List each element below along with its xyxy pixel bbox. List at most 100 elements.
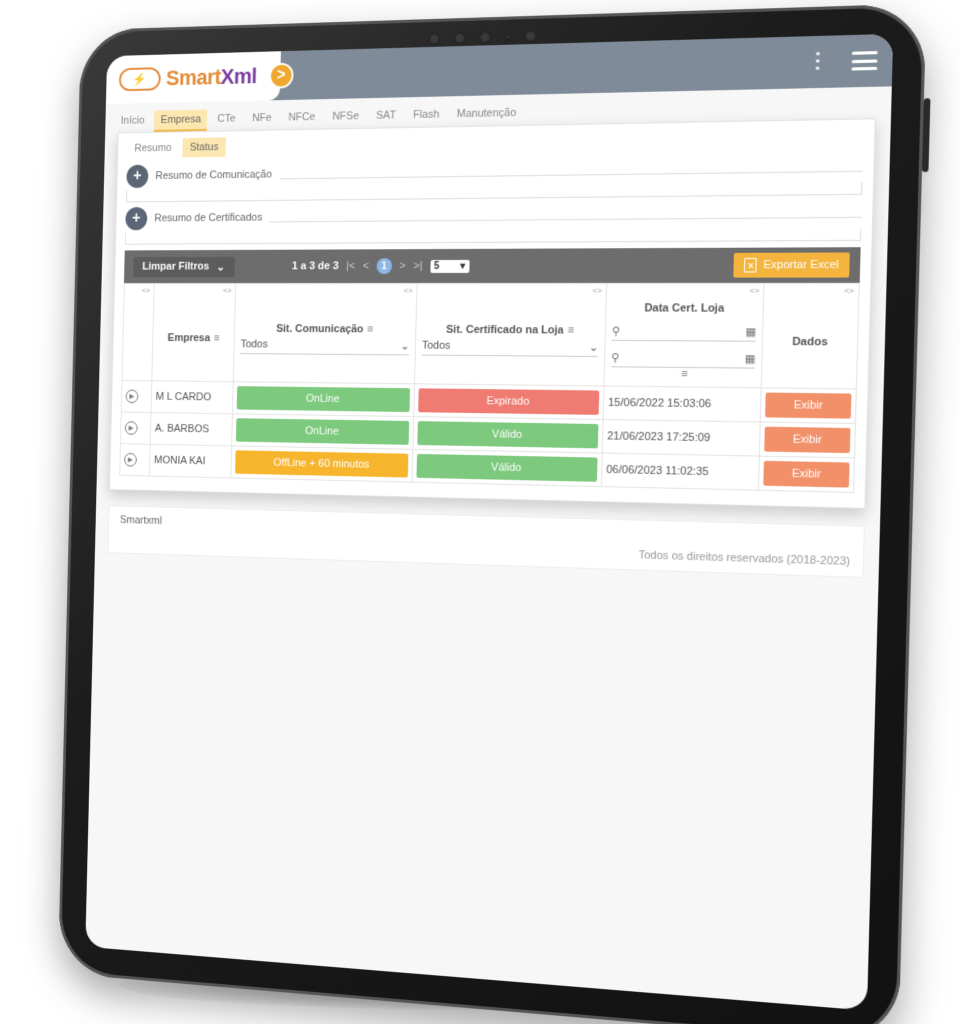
tab-flash[interactable]: Flash <box>406 104 446 127</box>
empresa-cell: A. BARBOS <box>150 412 233 446</box>
tab-empresa[interactable]: Empresa <box>154 109 208 132</box>
chevron-down-icon: ⌄ <box>588 341 599 354</box>
resize-icon[interactable]: <> <box>750 286 760 295</box>
section-certificados-body <box>124 228 862 245</box>
chevron-down-icon: ⌄ <box>400 340 410 353</box>
status-badge: Válido <box>417 421 599 449</box>
camera-sensor <box>504 33 511 40</box>
section-comunicacao-label: Resumo de Comunicação <box>155 168 273 182</box>
resize-icon[interactable]: <> <box>404 286 413 295</box>
calendar-icon[interactable]: ▦ <box>745 325 756 338</box>
resize-icon[interactable]: <> <box>844 286 854 295</box>
certificado-cell: Válido <box>412 449 603 487</box>
logo[interactable]: ⚡ SmartXml <box>105 51 281 105</box>
page-size-select[interactable]: 5 ▾ <box>429 259 470 273</box>
page-size-value: 5 <box>433 260 440 272</box>
data-cert-cell: 21/06/2023 17:25:09 <box>602 419 761 457</box>
first-page-icon[interactable]: |< <box>346 260 355 272</box>
page-footer: Smartxml Todos os direitos reservados (2… <box>107 505 865 578</box>
last-page-icon[interactable]: >| <box>413 260 422 272</box>
certificado-cell: Válido <box>413 416 604 454</box>
cloud-logo-icon: ⚡ <box>118 67 161 92</box>
tablet-screen: ⚡ SmartXml > ⋮ Início Empresa CTe NFe NF… <box>85 33 894 1011</box>
dados-header-label: Dados <box>792 335 828 349</box>
column-header-data-cert[interactable]: <> Data Cert. Loja ⚲ ▦ ⚲ ▦ ≡ <box>603 283 765 388</box>
empresa-cell: M L CARDO <box>151 380 234 414</box>
comunicacao-cell: OnLine <box>231 413 414 450</box>
tab-nfe[interactable]: NFe <box>245 108 278 130</box>
certificado-filter-value: Todos <box>421 339 451 352</box>
export-excel-button[interactable]: X Exportar Excel <box>733 252 850 278</box>
resize-icon[interactable]: <> <box>223 286 232 295</box>
camera-dot <box>524 29 537 43</box>
status-table: <> <> Empresa ≡ <> Sit. Comunicação ≡ Todo… <box>119 283 860 493</box>
column-header-certificado[interactable]: <> Sit. Certificado na Loja ≡ Todos ⌄ <box>414 283 607 387</box>
page-number-button[interactable]: 1 <box>376 258 393 275</box>
expand-cell: ▶ <box>120 412 152 445</box>
data-cert-header-label: Data Cert. Loja <box>644 302 725 315</box>
tab-sat[interactable]: SAT <box>369 105 403 127</box>
exibir-button[interactable]: Exibir <box>763 460 850 488</box>
column-header-empresa[interactable]: <> Empresa ≡ <box>152 283 236 382</box>
camera-array <box>428 29 537 46</box>
expand-cell: ▶ <box>121 380 153 413</box>
expand-row-icon[interactable]: ▶ <box>125 389 139 404</box>
status-badge: Válido <box>416 453 598 482</box>
data-cert-cell: 15/06/2022 15:03:06 <box>603 386 762 422</box>
exibir-button[interactable]: Exibir <box>764 426 851 454</box>
prev-page-icon[interactable]: < <box>363 260 369 272</box>
dados-cell: Exibir <box>760 387 857 424</box>
camera-lens <box>479 31 492 44</box>
next-page-icon[interactable]: > <box>399 260 405 272</box>
status-badge: Expirado <box>418 388 600 415</box>
tab-cte[interactable]: CTe <box>211 109 242 131</box>
certificado-filter-select[interactable]: Todos ⌄ <box>421 339 599 358</box>
expand-row-icon[interactable]: ▶ <box>123 452 137 467</box>
expand-cell: ▶ <box>119 443 151 477</box>
content-card: Resumo Status + Resumo de Comunicação + … <box>108 118 876 509</box>
expand-certificados-button[interactable]: + <box>125 207 148 231</box>
filter-icon[interactable]: ≡ <box>681 368 688 380</box>
chevron-down-icon: ▾ <box>460 260 466 272</box>
empresa-header-label: Empresa <box>167 332 211 345</box>
column-header-comunicacao[interactable]: <> Sit. Comunicação ≡ Todos ⌄ <box>233 283 418 384</box>
comunicacao-filter-value: Todos <box>240 338 268 351</box>
calendar-icon[interactable]: ▦ <box>745 352 756 365</box>
sidebar-toggle-button[interactable]: > <box>268 62 294 89</box>
filter-icon[interactable]: ≡ <box>214 332 220 344</box>
chevron-down-icon: ⌄ <box>216 261 226 273</box>
scene: ⚡ SmartXml > ⋮ Início Empresa CTe NFe NF… <box>0 0 960 1024</box>
clear-filters-button[interactable]: Limpar Filtros ⌄ <box>133 256 235 277</box>
tab-resumo[interactable]: Resumo <box>127 138 179 158</box>
hamburger-menu-icon[interactable] <box>851 51 878 71</box>
kebab-menu-icon[interactable]: ⋮ <box>807 49 829 72</box>
expand-comunicacao-button[interactable]: + <box>126 164 149 189</box>
grid-toolbar: Limpar Filtros ⌄ 1 a 3 de 3 |< < 1 > >| … <box>123 247 861 284</box>
tablet-device: ⚡ SmartXml > ⋮ Início Empresa CTe NFe NF… <box>57 3 931 1024</box>
section-certificados: + Resumo de Certificados <box>125 199 862 231</box>
tab-nfce[interactable]: NFCe <box>281 107 322 129</box>
dados-cell: Exibir <box>758 456 855 493</box>
tab-inicio[interactable]: Início <box>114 111 151 133</box>
expand-row-icon[interactable]: ▶ <box>124 421 138 435</box>
exibir-button[interactable]: Exibir <box>765 392 852 419</box>
comunicacao-cell: OffLine + 60 minutos <box>231 445 414 483</box>
resize-icon[interactable]: <> <box>142 286 151 295</box>
date-to-input[interactable]: ⚲ ▦ <box>611 351 756 369</box>
filter-icon[interactable]: ≡ <box>367 323 373 335</box>
resize-icon[interactable]: <> <box>592 286 602 295</box>
comunicacao-filter-select[interactable]: Todos ⌄ <box>240 338 410 356</box>
filter-icon[interactable]: ≡ <box>568 324 575 336</box>
certificado-cell: Expirado <box>413 383 604 420</box>
dados-cell: Exibir <box>759 421 856 458</box>
tab-nfse[interactable]: NFSe <box>325 106 366 129</box>
divider <box>269 216 862 222</box>
date-from-input[interactable]: ⚲ ▦ <box>611 324 757 342</box>
comunicacao-cell: OnLine <box>232 381 415 417</box>
footer-brand: Smartxml <box>119 514 163 527</box>
tab-status[interactable]: Status <box>182 137 227 158</box>
tablet-bezel: ⚡ SmartXml > ⋮ Início Empresa CTe NFe NF… <box>57 3 931 1024</box>
tab-manutencao[interactable]: Manutenção <box>450 103 524 127</box>
search-icon: ⚲ <box>611 352 620 365</box>
camera-dot <box>453 31 466 45</box>
